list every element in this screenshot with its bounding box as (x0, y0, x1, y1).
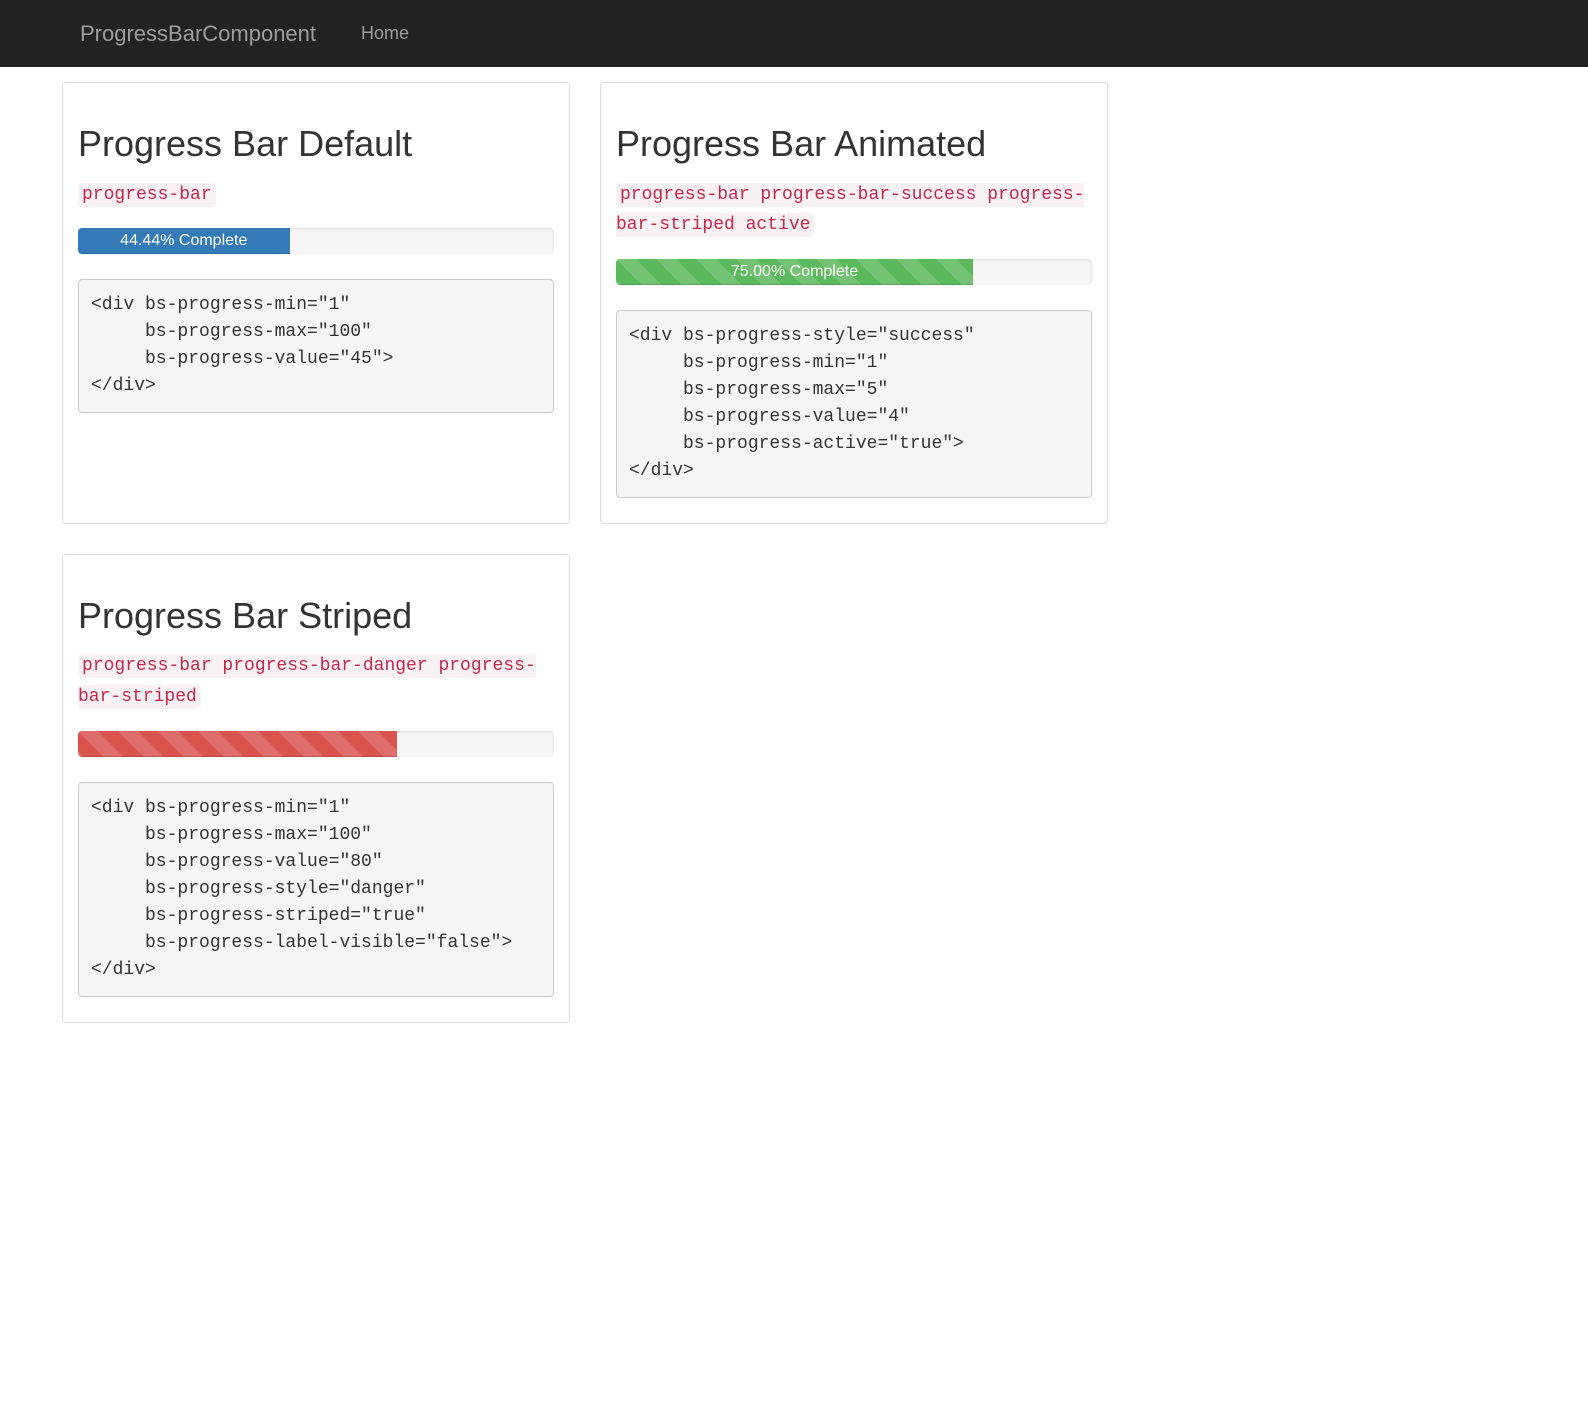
navbar-brand[interactable]: ProgressBarComponent (65, 0, 331, 67)
progress-track-default: 44.44% Complete (78, 228, 554, 254)
panel-title-animated: Progress Bar Animated (616, 118, 1092, 169)
progress-label-default: 44.44% Complete (120, 232, 247, 249)
code-block-striped: <div bs-progress-min="1" bs-progress-max… (78, 782, 554, 997)
progress-bar-striped (78, 731, 397, 757)
class-code-default: progress-bar (78, 183, 216, 207)
main-container: Progress Bar Default progress-bar 44.44%… (0, 67, 1170, 1067)
progress-track-animated: 75.00% Complete (616, 259, 1092, 285)
col-striped: Progress Bar Striped progress-bar progre… (47, 554, 585, 1023)
progress-bar-animated: 75.00% Complete (616, 259, 973, 285)
row-1: Progress Bar Default progress-bar 44.44%… (47, 82, 1123, 554)
panel-striped: Progress Bar Striped progress-bar progre… (62, 554, 570, 1023)
navbar-container: ProgressBarComponent Home (0, 0, 439, 67)
class-code-wrap-animated: progress-bar progress-bar-success progre… (616, 180, 1092, 241)
row-2: Progress Bar Striped progress-bar progre… (47, 554, 1123, 1053)
navbar: ProgressBarComponent Home (0, 0, 1588, 67)
code-block-default: <div bs-progress-min="1" bs-progress-max… (78, 279, 554, 413)
class-code-wrap-striped: progress-bar progress-bar-danger progres… (78, 651, 554, 712)
panel-title-striped: Progress Bar Striped (78, 590, 554, 641)
panel-animated: Progress Bar Animated progress-bar progr… (600, 82, 1108, 524)
class-code-striped: progress-bar progress-bar-danger progres… (78, 654, 536, 709)
panel-title-default: Progress Bar Default (78, 118, 554, 169)
col-animated: Progress Bar Animated progress-bar progr… (585, 82, 1123, 524)
progress-track-striped (78, 731, 554, 757)
nav-item-home: Home (346, 3, 424, 65)
panel-default: Progress Bar Default progress-bar 44.44%… (62, 82, 570, 524)
class-code-wrap-default: progress-bar (78, 180, 554, 211)
navbar-nav: Home (346, 3, 424, 65)
code-block-animated: <div bs-progress-style="success" bs-prog… (616, 310, 1092, 498)
class-code-animated: progress-bar progress-bar-success progre… (616, 183, 1084, 238)
progress-label-animated: 75.00% Complete (731, 263, 858, 280)
nav-link-home[interactable]: Home (346, 3, 424, 65)
progress-bar-default: 44.44% Complete (78, 228, 290, 254)
col-default: Progress Bar Default progress-bar 44.44%… (47, 82, 585, 524)
